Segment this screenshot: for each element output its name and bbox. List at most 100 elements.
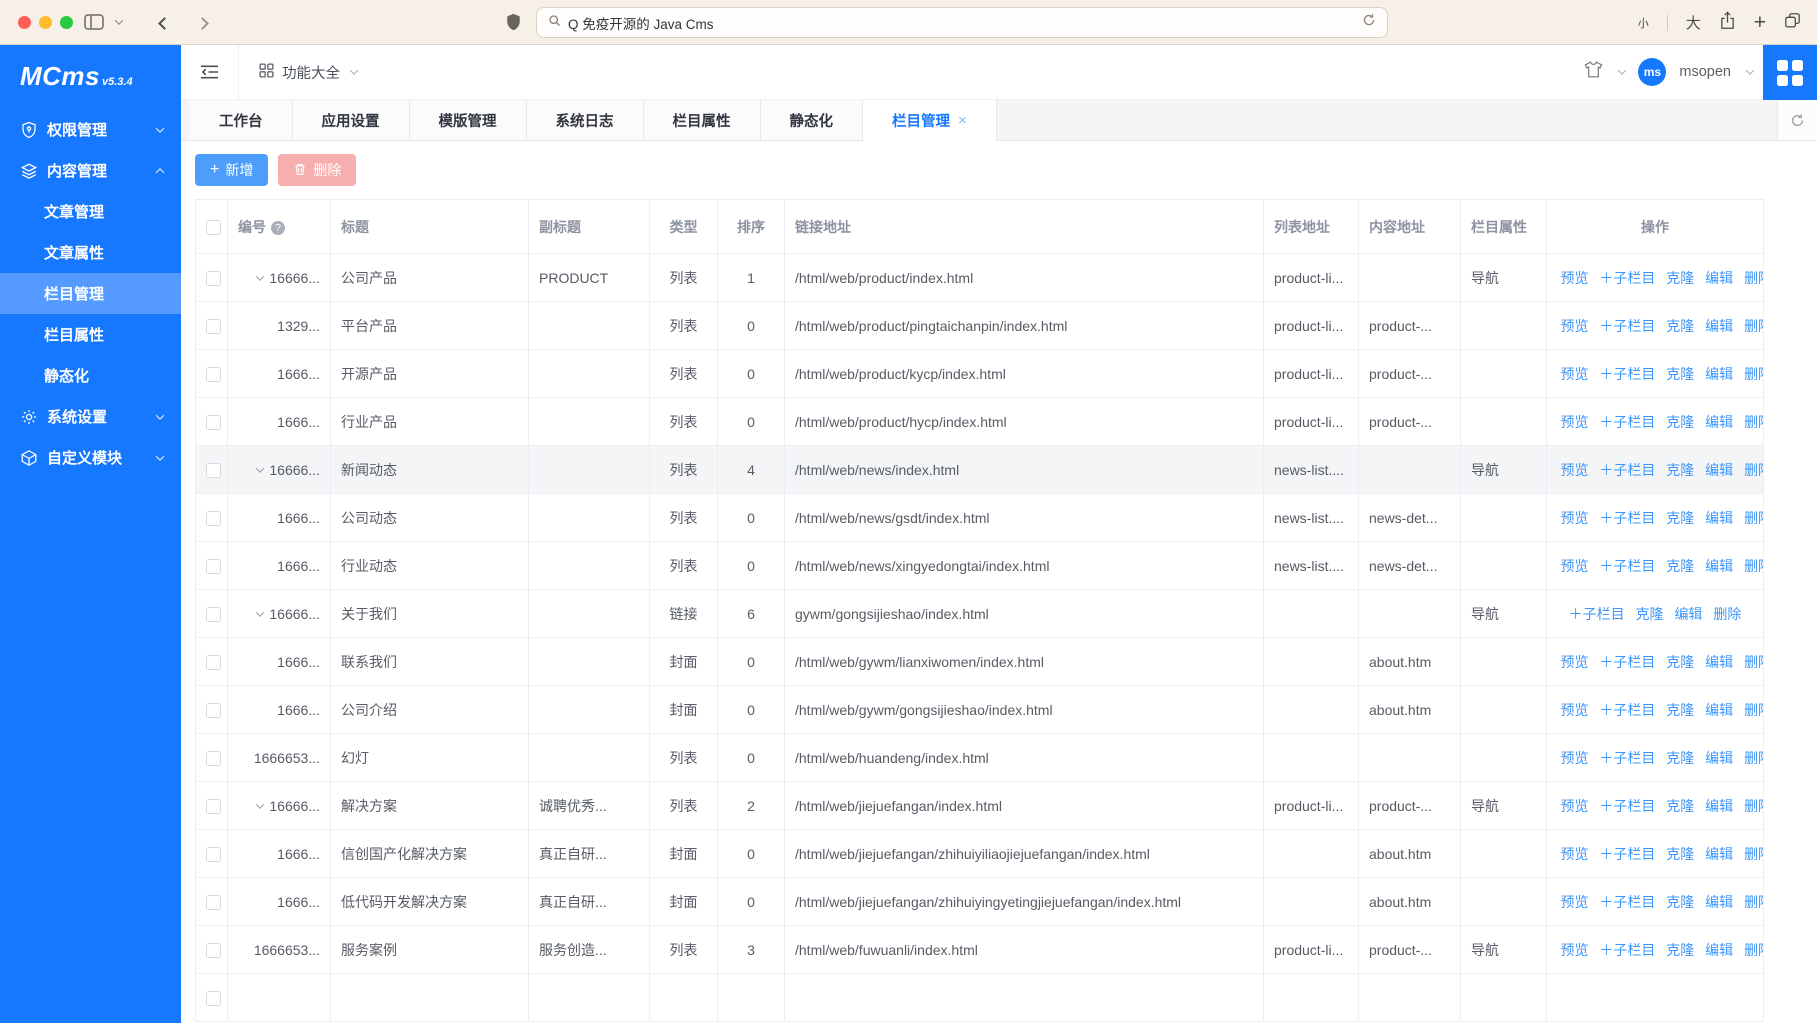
row-checkbox[interactable] bbox=[206, 511, 221, 526]
delete-button[interactable]: 删除 bbox=[278, 154, 356, 186]
op-link[interactable]: ＋子栏目 bbox=[1599, 558, 1655, 574]
op-link[interactable]: 克隆 bbox=[1636, 606, 1664, 622]
op-link[interactable]: 编辑 bbox=[1705, 750, 1733, 766]
op-link[interactable]: 编辑 bbox=[1705, 318, 1733, 334]
op-link[interactable]: 预览 bbox=[1561, 894, 1589, 910]
op-link[interactable]: 删除 bbox=[1744, 894, 1763, 910]
op-link[interactable]: 克隆 bbox=[1666, 846, 1694, 862]
op-link[interactable]: 预览 bbox=[1561, 462, 1589, 478]
op-link[interactable]: 预览 bbox=[1561, 366, 1589, 382]
op-link[interactable]: 编辑 bbox=[1674, 606, 1702, 622]
row-checkbox[interactable] bbox=[206, 319, 221, 334]
op-link[interactable]: 克隆 bbox=[1666, 702, 1694, 718]
help-icon[interactable]: ? bbox=[271, 221, 285, 235]
op-link[interactable]: 删除 bbox=[1744, 414, 1763, 430]
op-link[interactable]: 克隆 bbox=[1666, 654, 1694, 670]
op-link[interactable]: ＋子栏目 bbox=[1599, 654, 1655, 670]
op-link[interactable]: 预览 bbox=[1561, 654, 1589, 670]
op-link[interactable]: 编辑 bbox=[1705, 462, 1733, 478]
op-link[interactable]: ＋子栏目 bbox=[1599, 318, 1655, 334]
sidebar-item[interactable]: 文章属性 bbox=[0, 232, 181, 273]
row-checkbox[interactable] bbox=[206, 703, 221, 718]
close-icon[interactable]: × bbox=[958, 112, 967, 129]
op-link[interactable]: 删除 bbox=[1744, 846, 1763, 862]
op-link[interactable]: 克隆 bbox=[1666, 798, 1694, 814]
sidebar-item[interactable]: 栏目属性 bbox=[0, 314, 181, 355]
text-larger-button[interactable]: 大 bbox=[1686, 12, 1701, 33]
op-link[interactable]: 克隆 bbox=[1666, 510, 1694, 526]
op-link[interactable]: 删除 bbox=[1744, 558, 1763, 574]
tab[interactable]: 栏目属性 bbox=[644, 100, 761, 140]
op-link[interactable]: 编辑 bbox=[1705, 366, 1733, 382]
op-link[interactable]: 编辑 bbox=[1705, 654, 1733, 670]
op-link[interactable]: 删除 bbox=[1744, 942, 1763, 958]
reload-icon[interactable] bbox=[1362, 13, 1376, 32]
op-link[interactable]: ＋子栏目 bbox=[1599, 510, 1655, 526]
op-link[interactable]: 预览 bbox=[1561, 846, 1589, 862]
expand-icon[interactable] bbox=[256, 608, 264, 616]
op-link[interactable]: 预览 bbox=[1561, 702, 1589, 718]
op-link[interactable]: ＋子栏目 bbox=[1599, 798, 1655, 814]
op-link[interactable]: 克隆 bbox=[1666, 414, 1694, 430]
op-link[interactable]: 预览 bbox=[1561, 270, 1589, 286]
row-checkbox[interactable] bbox=[206, 463, 221, 478]
op-link[interactable]: 删除 bbox=[1744, 270, 1763, 286]
sidebar-group-item[interactable]: 内容管理 bbox=[0, 150, 181, 191]
sidebar-item[interactable]: 静态化 bbox=[0, 355, 181, 396]
sidebar-group-item[interactable]: 权限管理 bbox=[0, 109, 181, 150]
text-smaller-button[interactable]: 小 bbox=[1638, 15, 1649, 31]
op-link[interactable]: 编辑 bbox=[1705, 798, 1733, 814]
op-link[interactable]: 编辑 bbox=[1705, 702, 1733, 718]
op-link[interactable]: ＋子栏目 bbox=[1599, 942, 1655, 958]
row-checkbox[interactable] bbox=[206, 655, 221, 670]
op-link[interactable]: 克隆 bbox=[1666, 558, 1694, 574]
op-link[interactable]: ＋子栏目 bbox=[1599, 414, 1655, 430]
op-link[interactable]: 编辑 bbox=[1705, 846, 1733, 862]
op-link[interactable]: ＋子栏目 bbox=[1599, 702, 1655, 718]
sidebar-item[interactable]: 栏目管理 bbox=[0, 273, 181, 314]
op-link[interactable]: 预览 bbox=[1561, 510, 1589, 526]
expand-icon[interactable] bbox=[256, 800, 264, 808]
op-link[interactable]: ＋子栏目 bbox=[1599, 750, 1655, 766]
op-link[interactable]: 编辑 bbox=[1705, 510, 1733, 526]
op-link[interactable]: 编辑 bbox=[1705, 414, 1733, 430]
toggle-sidebar-icon[interactable] bbox=[84, 14, 104, 35]
avatar[interactable]: ms bbox=[1638, 58, 1666, 86]
privacy-shield-icon[interactable] bbox=[506, 13, 521, 36]
op-link[interactable]: 克隆 bbox=[1666, 270, 1694, 286]
menu-fold-icon[interactable] bbox=[181, 64, 238, 80]
op-link[interactable]: 删除 bbox=[1713, 606, 1741, 622]
tab[interactable]: 静态化 bbox=[761, 100, 864, 140]
tab[interactable]: 工作台 bbox=[190, 100, 293, 140]
add-button[interactable]: + 新增 bbox=[195, 154, 268, 186]
row-checkbox[interactable] bbox=[206, 559, 221, 574]
op-link[interactable]: ＋子栏目 bbox=[1569, 606, 1625, 622]
op-link[interactable]: 编辑 bbox=[1705, 942, 1733, 958]
row-checkbox[interactable] bbox=[206, 415, 221, 430]
row-checkbox[interactable] bbox=[206, 847, 221, 862]
op-link[interactable]: 删除 bbox=[1744, 462, 1763, 478]
op-link[interactable]: 克隆 bbox=[1666, 942, 1694, 958]
close-window-button[interactable] bbox=[18, 16, 31, 29]
row-checkbox[interactable] bbox=[206, 895, 221, 910]
row-checkbox[interactable] bbox=[206, 943, 221, 958]
refresh-tab-button[interactable] bbox=[1777, 100, 1817, 140]
op-link[interactable]: 预览 bbox=[1561, 318, 1589, 334]
chevron-down-icon[interactable] bbox=[115, 16, 123, 24]
zoom-window-button[interactable] bbox=[60, 16, 73, 29]
sidebar-item[interactable]: 文章管理 bbox=[0, 191, 181, 232]
op-link[interactable]: 删除 bbox=[1744, 798, 1763, 814]
share-icon[interactable] bbox=[1719, 11, 1736, 35]
row-checkbox[interactable] bbox=[206, 367, 221, 382]
expand-icon[interactable] bbox=[256, 272, 264, 280]
op-link[interactable]: ＋子栏目 bbox=[1599, 846, 1655, 862]
op-link[interactable]: 预览 bbox=[1561, 798, 1589, 814]
op-link[interactable]: 克隆 bbox=[1666, 750, 1694, 766]
op-link[interactable]: 删除 bbox=[1744, 510, 1763, 526]
op-link[interactable]: 删除 bbox=[1744, 366, 1763, 382]
op-link[interactable]: 克隆 bbox=[1666, 894, 1694, 910]
apps-menu-button[interactable]: 功能大全 bbox=[259, 62, 357, 83]
select-all-checkbox[interactable] bbox=[206, 220, 221, 235]
op-link[interactable]: 预览 bbox=[1561, 558, 1589, 574]
op-link[interactable]: 预览 bbox=[1561, 942, 1589, 958]
